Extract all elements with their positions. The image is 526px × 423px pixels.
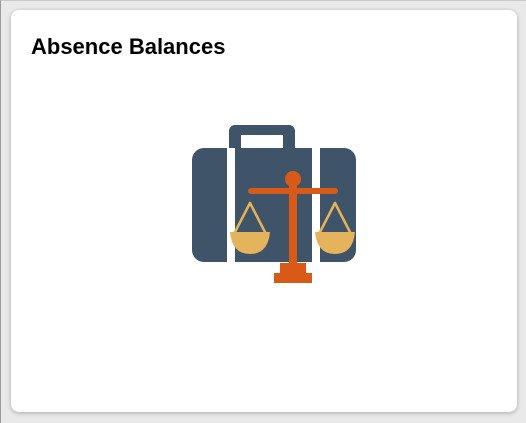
tile-title: Absence Balances — [31, 34, 226, 59]
viewport-frame: Absence Balances — [0, 0, 526, 423]
absence-balances-tile[interactable]: Absence Balances — [11, 10, 517, 412]
briefcase-scales-icon — [186, 124, 362, 300]
